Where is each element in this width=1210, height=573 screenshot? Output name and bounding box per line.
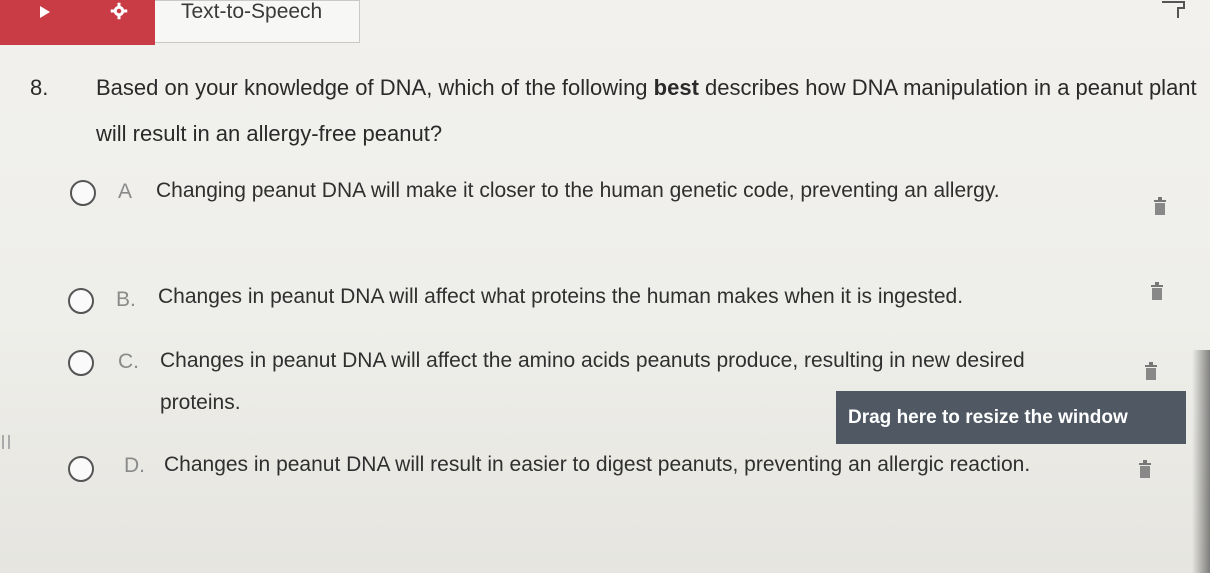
play-icon[interactable]	[40, 6, 50, 18]
trash-icon[interactable]	[1153, 197, 1167, 215]
screen-edge-shadow	[1192, 350, 1210, 573]
option-text: Changes in peanut DNA will affect what p…	[158, 285, 964, 308]
trash-icon[interactable]	[1138, 460, 1152, 478]
option-text: Changes in peanut DNA will result in eas…	[164, 453, 1031, 476]
text-to-speech-label[interactable]: Text-to-Speech	[155, 0, 360, 43]
option-letter: B.	[116, 288, 136, 311]
radio-button[interactable]	[68, 350, 94, 376]
option-letter: D.	[124, 454, 145, 477]
question-number: 8.	[30, 75, 49, 100]
drag-grip-icon[interactable]	[2, 435, 10, 449]
option-letter: A	[118, 180, 133, 203]
option-text: Changing peanut DNA will make it closer …	[156, 179, 1000, 202]
trash-icon[interactable]	[1144, 362, 1158, 380]
answer-option-d[interactable]: D. Changes in peanut DNA will result in …	[0, 448, 1210, 538]
text-to-speech-toolbar: Text-to-Speech	[0, 0, 360, 45]
radio-button[interactable]	[68, 456, 94, 482]
gear-icon[interactable]	[110, 2, 128, 20]
question-emphasis: best	[653, 75, 699, 100]
question-text: Based on your knowledge of DNA, which of…	[96, 75, 1197, 146]
tts-controls	[0, 0, 155, 45]
flag-icon[interactable]	[1160, 0, 1186, 20]
trash-icon[interactable]	[1150, 282, 1164, 300]
answer-option-b[interactable]: B. Changes in peanut DNA will affect wha…	[0, 280, 1210, 322]
option-letter: C.	[118, 350, 139, 373]
radio-button[interactable]	[68, 288, 94, 314]
radio-button[interactable]	[70, 180, 96, 206]
resize-handle-tooltip[interactable]: Drag here to resize the window	[836, 391, 1186, 444]
answer-option-a[interactable]: A Changing peanut DNA will make it close…	[0, 170, 1210, 260]
